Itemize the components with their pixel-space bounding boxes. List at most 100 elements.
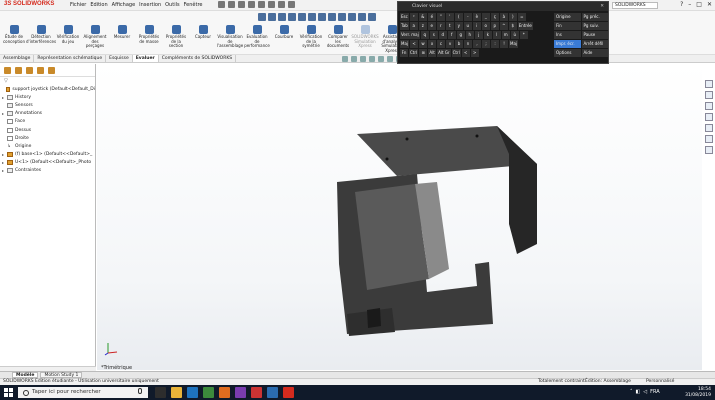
taskbar-app-icon[interactable] [219,387,230,398]
osk-key[interactable]: o [481,22,490,30]
undo-icon[interactable] [258,1,265,8]
language-indicator[interactable]: FRA [650,389,660,395]
toolbar-icon[interactable] [358,13,366,21]
osk-key[interactable]: a [409,22,418,30]
toolbar-icon[interactable] [288,13,296,21]
tool-button[interactable]: Étude de conception [2,25,26,53]
osk-key[interactable]: " [436,13,445,21]
app-logo[interactable]: 3S SOLIDWORKS [4,1,54,7]
osk-side-key[interactable]: Ins [554,31,581,39]
taskbar-search-input[interactable]: Taper ici pour rechercher [18,387,148,398]
appearances-icon[interactable] [705,135,713,143]
osk-key[interactable]: & [418,13,427,21]
taskbar-app-icon[interactable] [171,387,182,398]
tool-button[interactable]: Vérification du jeu [56,25,80,53]
osk-key[interactable]: y [454,22,463,30]
osk-key[interactable]: Fn [400,49,408,57]
home-icon[interactable] [705,80,713,88]
tab[interactable]: Assemblage [0,55,35,62]
osk-key[interactable]: Verr. maj [400,31,420,39]
osk-key[interactable]: ( [454,13,463,21]
tab[interactable]: Esquisse [106,55,133,62]
osk-side-key[interactable]: Origine [554,13,581,21]
osk-key[interactable]: Maj [509,40,519,48]
zoom-fit-icon[interactable] [342,56,348,62]
section-view-icon[interactable] [369,56,375,62]
tool-button[interactable]: Alignement des perçages [83,25,107,53]
osk-key[interactable]: h [465,31,474,39]
tool-button[interactable]: Vérification de la symétrie [299,25,323,53]
osk-key[interactable]: k [483,31,492,39]
taskbar-app-icon[interactable] [155,387,166,398]
osk-key[interactable]: e [427,22,436,30]
tool-button[interactable]: Propriétés de la section [164,25,188,53]
osk-key[interactable]: > [470,49,479,57]
zoom-area-icon[interactable] [351,56,357,62]
osk-close-button[interactable]: ✕ [600,2,604,11]
tool-button[interactable]: Courbure [272,25,296,53]
microphone-icon[interactable] [138,388,142,394]
palette-icon[interactable] [705,124,713,132]
tool-button[interactable]: Mesurer [110,25,134,53]
osk-key[interactable]: m [501,31,510,39]
tree-item[interactable]: Sensors [2,101,95,109]
resources-icon[interactable] [705,91,713,99]
menu-insertion[interactable]: Insertion [139,2,161,8]
property-manager-tab-icon[interactable] [15,67,22,74]
osk-key[interactable]: x [428,40,437,48]
osk-key[interactable]: = [517,13,526,21]
osk-key[interactable]: Entrée [517,22,533,30]
osk-key[interactable]: Ctrl [451,49,461,57]
osk-key[interactable]: s [429,31,438,39]
tool-button[interactable]: Capteur [191,25,215,53]
custom-props-icon[interactable] [705,146,713,154]
select-icon[interactable] [268,1,275,8]
toolbar-icon[interactable] [338,13,346,21]
osk-key[interactable]: u [463,22,472,30]
windows-start-icon[interactable] [4,388,13,397]
tree-item[interactable]: ▸ (f) base<1> (Default<<Default>_ [2,151,95,159]
tree-item[interactable]: ▸ Contraintes [2,167,95,175]
volume-icon[interactable]: ◁ [643,389,647,395]
tree-item[interactable]: ↳ Origine [2,142,95,150]
toolbar-icon[interactable] [328,13,336,21]
menu-outils[interactable]: Outils [165,2,179,8]
close-button[interactable]: ✕ [707,1,712,8]
osk-key[interactable]: r [436,22,445,30]
osk-key[interactable]: < [410,40,419,48]
dimxpert-tab-icon[interactable] [37,67,44,74]
toolbar-icon[interactable] [348,13,356,21]
osk-key[interactable]: Maj [400,40,410,48]
osk-key[interactable]: ² [409,13,418,21]
save-icon[interactable] [238,1,245,8]
osk-key[interactable]: $ [508,22,517,30]
osk-side-key[interactable]: Arrêt défil [581,40,608,48]
taskbar-app-icon[interactable] [283,387,294,398]
osk-key[interactable]: à [499,13,508,21]
tool-button[interactable]: Evaluation de performance [244,25,270,53]
osk-key[interactable]: : [491,40,500,48]
rebuild-icon[interactable] [278,1,285,8]
display-manager-tab-icon[interactable] [48,67,55,74]
osk-side-key[interactable]: Pg suiv. [581,22,608,30]
tab[interactable]: Evaluer [132,55,159,62]
toolbar-icon[interactable] [368,13,376,21]
osk-key[interactable]: w [419,40,428,48]
osk-key[interactable]: c [437,40,446,48]
open-icon[interactable] [228,1,235,8]
osk-key[interactable]: q [420,31,429,39]
display-style-icon[interactable] [387,56,393,62]
model-view[interactable] [97,64,702,370]
osk-key[interactable]: é [427,13,436,21]
maximize-button[interactable]: □ [696,1,702,8]
tool-button[interactable]: Visualisation de l'assemblage [217,25,243,53]
osk-key[interactable]: ⊞ [419,49,428,57]
tab[interactable]: Compléments de SOLIDWORKS [159,55,237,62]
tree-item[interactable]: ▸ U<1> (Default<<Default>_Photo [2,159,95,167]
search-input[interactable]: SOLIDWORKS [612,2,658,9]
clock[interactable]: 18:54 31/08/2019 [685,387,711,398]
tree-item[interactable]: ▸ History [2,93,95,101]
filter-icon[interactable]: ▽ [0,77,95,85]
osk-key[interactable]: - [463,13,472,21]
taskbar-app-icon[interactable] [267,387,278,398]
